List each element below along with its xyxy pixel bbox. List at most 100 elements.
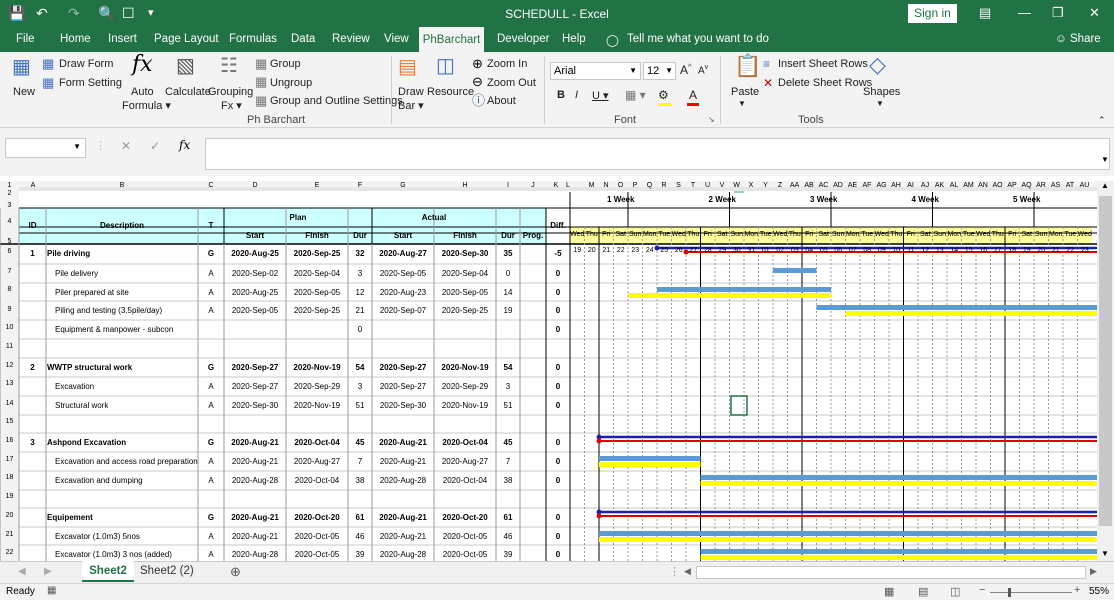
formula-bar: ▼ ⋮ ✕ ✓ fx ▼ bbox=[0, 128, 1114, 176]
zoom-in-icon[interactable]: + bbox=[1074, 584, 1080, 596]
week-label: 6 We bbox=[1078, 195, 1098, 205]
font-dialog-launcher-icon[interactable]: ↘ bbox=[708, 115, 715, 124]
page-break-view-icon[interactable]: ◫ bbox=[950, 585, 960, 598]
increase-font-icon[interactable]: A^ bbox=[680, 63, 691, 77]
restore-icon[interactable]: ❐ bbox=[1052, 5, 1064, 21]
actual-start-marker bbox=[596, 513, 602, 519]
minimize-icon[interactable]: — bbox=[1018, 5, 1031, 20]
ungroup-button[interactable]: Ungroup bbox=[270, 77, 312, 89]
tab-home[interactable]: Home bbox=[60, 33, 91, 45]
macro-record-icon[interactable]: ▦ bbox=[47, 585, 56, 596]
tab-phbarchart[interactable]: PhBarchart bbox=[419, 27, 484, 52]
day-name: Tue bbox=[658, 231, 671, 238]
zoom-out-button[interactable]: Zoom Out bbox=[487, 77, 536, 89]
form-setting-button[interactable]: Form Setting bbox=[59, 77, 122, 89]
column-letter: L bbox=[566, 182, 570, 189]
calculate-button[interactable]: Calculate bbox=[165, 86, 211, 98]
paste-dropdown-icon[interactable]: ▼ bbox=[738, 99, 746, 108]
tab-review[interactable]: Review bbox=[332, 33, 370, 45]
row-plan-finish: 2020-Nov-19 bbox=[293, 362, 341, 372]
sheet-tab-active[interactable]: Sheet2 bbox=[82, 561, 134, 582]
cancel-icon[interactable]: ✕ bbox=[121, 139, 131, 153]
scroll-right-icon[interactable]: ▶ bbox=[1090, 566, 1097, 577]
row-plan-start: 2020-Aug-28 bbox=[231, 549, 279, 559]
row-number: 21 bbox=[5, 531, 14, 538]
draw-form-button[interactable]: Draw Form bbox=[59, 58, 113, 70]
resource-button[interactable]: Resource bbox=[427, 86, 474, 98]
scroll-down-icon[interactable]: ▼ bbox=[1101, 549, 1109, 558]
tab-view[interactable]: View bbox=[384, 33, 409, 45]
day-number: 31 bbox=[747, 247, 756, 254]
tab-formulas[interactable]: Formulas bbox=[229, 33, 277, 45]
row-number: 13 bbox=[5, 380, 14, 387]
zoom-out-icon[interactable]: − bbox=[979, 584, 985, 596]
insert-function-button[interactable]: fx bbox=[179, 138, 190, 152]
tab-help[interactable]: Help bbox=[562, 33, 586, 45]
shapes-button[interactable]: Shapes bbox=[863, 86, 900, 98]
ribbon-display-icon[interactable]: ▤ bbox=[979, 5, 991, 21]
font-color-icon[interactable]: A bbox=[689, 88, 697, 102]
scroll-left-icon[interactable]: ◀ bbox=[684, 566, 691, 577]
row-plan-dur: 38 bbox=[355, 475, 365, 485]
horizontal-scrollbar[interactable] bbox=[696, 566, 1086, 579]
draw-bar-dropdown[interactable]: Bar ▾ bbox=[398, 99, 424, 112]
tab-page-layout[interactable]: Page Layout bbox=[154, 33, 219, 45]
auto-formula-button[interactable]: Formula ▾ bbox=[122, 99, 171, 112]
normal-view-icon[interactable]: ▦ bbox=[884, 585, 894, 598]
underline-button[interactable]: U ▾ bbox=[592, 89, 609, 102]
name-box[interactable]: ▼ bbox=[5, 138, 86, 158]
row-number: 22 bbox=[5, 549, 14, 556]
draw-bar-button[interactable]: Draw bbox=[398, 86, 424, 98]
worksheet-grid[interactable]: A B C D E F G H I J K L M N O P Q R S T U V W X Y Z AA AB AC AD AE AF AG… bbox=[0, 181, 1097, 561]
fill-color-icon[interactable]: ⚙ bbox=[658, 88, 669, 102]
insert-sheet-rows-button[interactable]: Insert Sheet Rows bbox=[778, 58, 868, 70]
tab-insert[interactable]: Insert bbox=[108, 33, 137, 45]
formula-input[interactable] bbox=[205, 138, 1110, 170]
about-button[interactable]: About bbox=[487, 95, 516, 107]
page-layout-view-icon[interactable]: ▤ bbox=[918, 585, 928, 598]
share-button[interactable]: Share bbox=[1070, 33, 1101, 45]
lightbulb-icon: ◯ bbox=[606, 35, 619, 47]
auto-formula-auto[interactable]: Auto bbox=[131, 86, 154, 98]
paste-button[interactable]: Paste bbox=[731, 86, 759, 98]
font-size-select[interactable]: 12 ▼ bbox=[643, 62, 676, 80]
group-outline-settings-button[interactable]: Group and Outline Settings bbox=[270, 95, 403, 107]
delete-sheet-rows-button[interactable]: Delete Sheet Rows bbox=[778, 77, 872, 89]
group-label-ph-barchart: Ph Barchart bbox=[247, 114, 306, 126]
tab-data[interactable]: Data bbox=[291, 33, 315, 45]
scroll-up-icon[interactable]: ▲ bbox=[1101, 181, 1109, 190]
shapes-dropdown-icon[interactable]: ▼ bbox=[876, 99, 884, 108]
italic-button[interactable]: I bbox=[575, 89, 578, 101]
group-label-font: Font bbox=[614, 114, 637, 126]
zoom-slider-thumb[interactable] bbox=[1008, 588, 1011, 597]
zoom-in-button[interactable]: Zoom In bbox=[487, 58, 527, 70]
close-icon[interactable]: ✕ bbox=[1089, 5, 1100, 21]
group-button[interactable]: Group bbox=[270, 58, 301, 70]
next-sheet-icon[interactable]: ▶ bbox=[44, 566, 52, 577]
day-number: 22 bbox=[1066, 247, 1075, 254]
zoom-slider[interactable] bbox=[990, 592, 1072, 593]
font-name-select[interactable]: Arial ▼ bbox=[550, 62, 641, 80]
row-number: 16 bbox=[5, 437, 14, 444]
day-number: 20 bbox=[1037, 247, 1046, 254]
bold-button[interactable]: B bbox=[557, 89, 565, 101]
borders-icon[interactable]: ▦ ▾ bbox=[625, 88, 646, 102]
collapse-ribbon-icon[interactable]: ⌃ bbox=[1098, 115, 1106, 126]
grouping-button[interactable]: Grouping bbox=[208, 86, 253, 98]
tab-developer[interactable]: Developer bbox=[497, 33, 549, 45]
add-sheet-icon[interactable]: ⊕ bbox=[230, 564, 241, 580]
sign-in-button[interactable]: Sign in bbox=[908, 4, 957, 23]
vertical-scroll-thumb[interactable] bbox=[1099, 196, 1112, 526]
row-plan-start: 2020-Aug-25 bbox=[231, 248, 279, 258]
grouping-fx[interactable]: Fx ▾ bbox=[221, 99, 242, 112]
tell-me-search[interactable]: Tell me what you want to do bbox=[627, 33, 769, 45]
new-button[interactable]: New bbox=[13, 86, 35, 98]
sheet-tab[interactable]: Sheet2 (2) bbox=[140, 565, 194, 577]
decrease-font-icon[interactable]: Av bbox=[698, 64, 708, 76]
enter-icon[interactable]: ✓ bbox=[150, 139, 160, 153]
tab-file[interactable]: File bbox=[16, 33, 35, 45]
zoom-level[interactable]: 55% bbox=[1089, 586, 1109, 597]
expand-formula-icon[interactable]: ▼ bbox=[1101, 155, 1109, 164]
vertical-scrollbar[interactable]: ▲ ▼ bbox=[1097, 181, 1114, 561]
prev-sheet-icon[interactable]: ◀ bbox=[18, 566, 26, 577]
